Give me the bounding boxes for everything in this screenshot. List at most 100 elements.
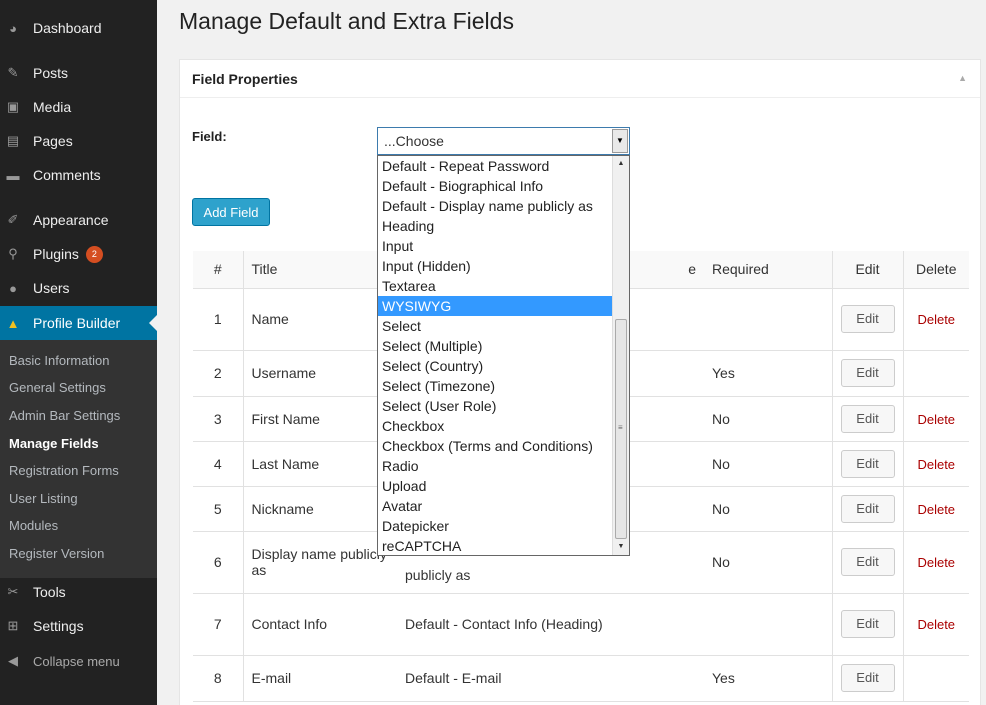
dropdown-option[interactable]: Select (Timezone) bbox=[378, 376, 613, 396]
dropdown-option[interactable]: Upload bbox=[378, 476, 613, 496]
dropdown-option[interactable]: Datepicker bbox=[378, 516, 613, 536]
scroll-down-arrow-icon[interactable]: ▼ bbox=[613, 539, 629, 555]
dropdown-option[interactable]: Default - Display name publicly as bbox=[378, 196, 613, 216]
submenu-basic-information[interactable]: Basic Information bbox=[9, 353, 109, 368]
option-list: Default - Repeat Password Default - Biogr… bbox=[378, 156, 613, 555]
delete-link[interactable]: Delete bbox=[917, 617, 955, 632]
dropdown-option[interactable]: Heading bbox=[378, 216, 613, 236]
delete-link[interactable]: Delete bbox=[917, 457, 955, 472]
submenu-general-settings[interactable]: General Settings bbox=[9, 380, 106, 395]
dropdown-option[interactable]: Avatar bbox=[378, 496, 613, 516]
table-row: 8 E-mail Default - E-mail Yes Edit bbox=[193, 655, 969, 702]
menu-label: Dashboard bbox=[33, 20, 102, 36]
dropdown-option[interactable]: Textarea bbox=[378, 276, 613, 296]
row-meta: Default - Contact Info (Heading) bbox=[397, 593, 704, 656]
delete-link[interactable]: Delete bbox=[917, 502, 955, 517]
menu-label: Pages bbox=[33, 133, 73, 149]
row-title: First Name bbox=[243, 396, 397, 442]
dropdown-option[interactable]: Checkbox bbox=[378, 416, 613, 436]
pages-icon: ▤ bbox=[6, 133, 20, 148]
row-required: No bbox=[704, 486, 833, 532]
edit-button[interactable]: Edit bbox=[840, 610, 895, 638]
admin-sidebar: ◕ Dashboard ✎ Posts ▣ Media ▤ Pages ▬ Co… bbox=[0, 0, 157, 705]
delete-link[interactable]: Delete bbox=[917, 412, 955, 427]
dropdown-option[interactable]: reCAPTCHA bbox=[378, 536, 613, 555]
edit-button[interactable]: Edit bbox=[840, 404, 895, 433]
menu-plugins[interactable]: ⚲ Plugins 2 bbox=[0, 237, 157, 271]
row-number: 2 bbox=[193, 350, 244, 397]
dropdown-option[interactable]: Checkbox (Terms and Conditions) bbox=[378, 436, 613, 456]
profile-builder-submenu: Basic Information General Settings Admin… bbox=[0, 340, 157, 578]
menu-users[interactable]: ● Users bbox=[0, 271, 157, 305]
delete-link[interactable]: Delete bbox=[917, 312, 955, 327]
delete-link[interactable]: Delete bbox=[917, 555, 955, 570]
dropdown-option[interactable]: Default - Repeat Password bbox=[378, 156, 613, 176]
row-number: 5 bbox=[193, 486, 244, 532]
menu-media[interactable]: ▣ Media bbox=[0, 90, 157, 124]
dropdown-option[interactable]: Default - Biographical Info bbox=[378, 176, 613, 196]
submenu-admin-bar-settings[interactable]: Admin Bar Settings bbox=[9, 408, 120, 423]
settings-icon: ⊞ bbox=[7, 618, 19, 633]
submenu-manage-fields[interactable]: Manage Fields bbox=[9, 436, 99, 451]
row-number: 6 bbox=[193, 531, 244, 594]
row-required: No bbox=[704, 441, 833, 487]
menu-posts[interactable]: ✎ Posts bbox=[0, 56, 157, 90]
row-title: Last Name bbox=[243, 441, 397, 487]
dropdown-option[interactable]: Select (User Role) bbox=[378, 396, 613, 416]
menu-label: Media bbox=[33, 99, 72, 115]
menu-label: Comments bbox=[33, 167, 101, 183]
dropdown-scrollbar[interactable]: ▲ ≡ ▼ bbox=[612, 156, 629, 555]
edit-button[interactable]: Edit bbox=[840, 449, 895, 478]
menu-appearance[interactable]: ✐ Appearance bbox=[0, 203, 157, 237]
row-meta: Default - E-mail bbox=[397, 655, 704, 702]
dropdown-option[interactable]: Radio bbox=[378, 456, 613, 476]
edit-button[interactable]: Edit bbox=[840, 494, 895, 523]
chevron-down-icon[interactable]: ▼ bbox=[612, 129, 628, 153]
menu-comments[interactable]: ▬ Comments bbox=[0, 158, 157, 192]
edit-button[interactable]: Edit bbox=[840, 664, 895, 692]
row-title: Contact Info bbox=[243, 593, 397, 656]
field-type-dropdown[interactable]: Default - Repeat Password Default - Biogr… bbox=[377, 155, 630, 556]
menu-settings[interactable]: ⊞ Settings bbox=[0, 609, 157, 643]
menu-label: Posts bbox=[33, 65, 69, 81]
col-title: Title bbox=[243, 251, 397, 289]
dropdown-option[interactable]: WYSIWYG bbox=[378, 296, 613, 316]
collapse-menu-button[interactable]: ◀ Collapse menu bbox=[0, 644, 157, 678]
row-required bbox=[704, 593, 833, 656]
page-title: Manage Default and Extra Fields bbox=[179, 8, 514, 34]
row-required: Yes bbox=[704, 350, 833, 397]
collapse-arrow-icon[interactable]: ▲ bbox=[958, 73, 967, 83]
dashboard-icon: ◕ bbox=[9, 20, 17, 36]
add-field-button[interactable]: Add Field bbox=[192, 198, 270, 226]
dropdown-option[interactable]: Select (Multiple) bbox=[378, 336, 613, 356]
edit-button[interactable]: Edit bbox=[840, 305, 895, 333]
row-required: Yes bbox=[704, 655, 833, 702]
menu-label: Appearance bbox=[33, 212, 109, 228]
col-number: # bbox=[193, 251, 244, 289]
field-type-select[interactable]: ...Choose ▼ bbox=[377, 127, 630, 155]
menu-profile-builder[interactable]: ▲ Profile Builder bbox=[0, 306, 157, 340]
submenu-registration-forms[interactable]: Registration Forms bbox=[9, 463, 119, 478]
submenu-register-version[interactable]: Register Version bbox=[9, 546, 104, 561]
dropdown-option[interactable]: Select bbox=[378, 316, 613, 336]
plugin-icon: ⚲ bbox=[8, 246, 18, 261]
menu-label: Users bbox=[33, 280, 70, 296]
edit-button[interactable]: Edit bbox=[840, 359, 895, 387]
menu-pages[interactable]: ▤ Pages bbox=[0, 124, 157, 158]
submenu-modules[interactable]: Modules bbox=[9, 518, 58, 533]
menu-tools[interactable]: ✂ Tools bbox=[0, 575, 157, 609]
panel-header[interactable]: Field Properties ▲ bbox=[180, 60, 980, 98]
dropdown-option[interactable]: Input bbox=[378, 236, 613, 256]
scroll-thumb[interactable]: ≡ bbox=[615, 319, 627, 539]
edit-button[interactable]: Edit bbox=[840, 548, 895, 576]
menu-dashboard[interactable]: ◕ Dashboard bbox=[0, 11, 157, 45]
dropdown-option[interactable]: Select (Country) bbox=[378, 356, 613, 376]
row-number: 1 bbox=[193, 288, 244, 351]
menu-label: Tools bbox=[33, 584, 66, 600]
collapse-icon: ◀ bbox=[8, 653, 18, 668]
grip-icon: ≡ bbox=[618, 423, 623, 432]
submenu-user-listing[interactable]: User Listing bbox=[9, 491, 78, 506]
scroll-up-arrow-icon[interactable]: ▲ bbox=[613, 156, 629, 172]
dropdown-option[interactable]: Input (Hidden) bbox=[378, 256, 613, 276]
panel-title: Field Properties bbox=[192, 71, 298, 87]
